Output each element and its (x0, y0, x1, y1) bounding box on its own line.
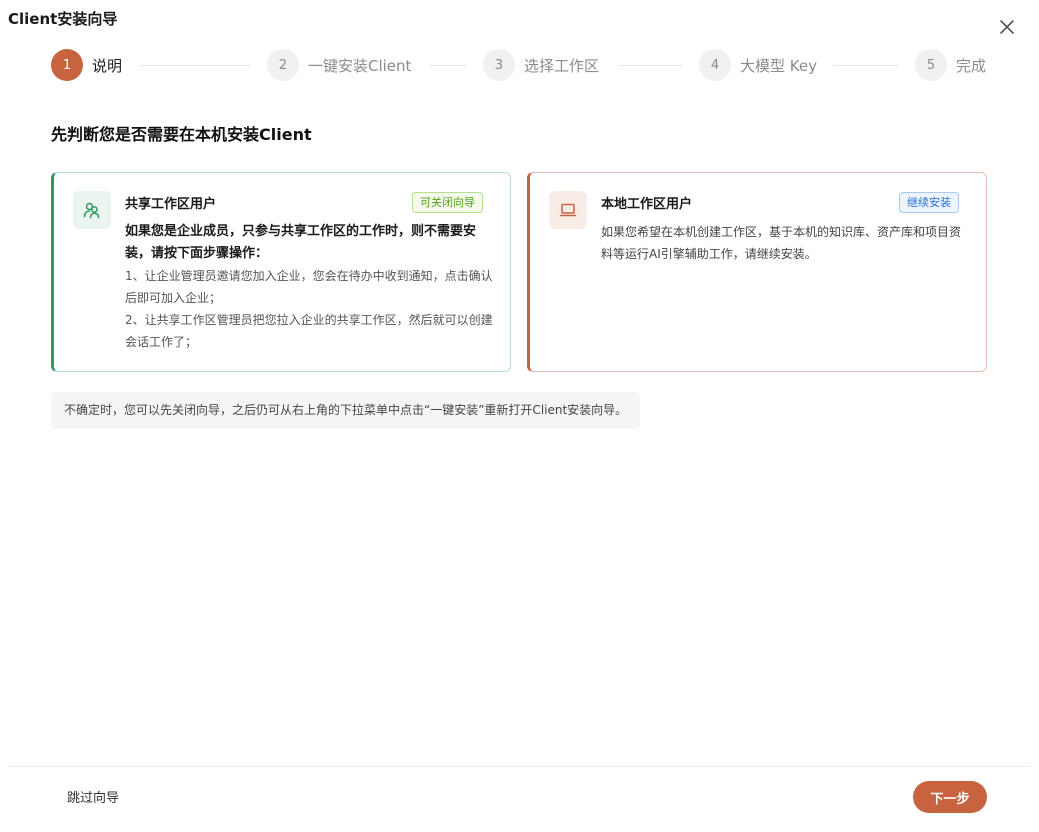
card-lead-text: 如果您是企业成员，只参与共享工作区的工作时，则不需要安装，请按下面步骤操作： (125, 224, 477, 261)
install-wizard-dialog: Client安装向导 1 说明 2 一键安装Client 3 选择工作区 4 大… (0, 0, 1039, 832)
step-label: 一键安装Client (308, 56, 412, 75)
skip-wizard-link[interactable]: 跳过向导 (67, 787, 119, 806)
card-body: 如果您是企业成员，只参与共享工作区的工作时，则不需要安装，请按下面步骤操作： 1… (125, 221, 497, 353)
step-number: 4 (699, 49, 731, 81)
close-icon[interactable] (996, 16, 1018, 38)
step-1: 1 说明 (51, 49, 122, 81)
step-label: 完成 (956, 56, 987, 75)
step-label: 说明 (92, 56, 123, 75)
card-body: 如果您希望在本机创建工作区，基于本机的知识库、资产库和项目资料等运行AI引擎辅助… (601, 225, 962, 261)
card-title: 本地工作区用户 (601, 197, 693, 212)
card-title: 共享工作区用户 (125, 197, 217, 212)
next-button[interactable]: 下一步 (913, 781, 987, 813)
step-number: 2 (267, 49, 299, 81)
step-3: 3 选择工作区 (483, 49, 599, 81)
step-2: 2 一键安装Client (267, 49, 411, 81)
step-number: 3 (483, 49, 515, 81)
step-connector (140, 65, 251, 66)
continue-install-badge[interactable]: 继续安装 (899, 192, 959, 213)
close-wizard-badge[interactable]: 可关闭向导 (412, 192, 483, 213)
laptop-icon (549, 191, 587, 229)
footer-divider (8, 766, 1031, 767)
step-connector (619, 65, 683, 66)
step-number: 1 (51, 49, 83, 81)
step-connector (833, 65, 899, 66)
users-icon (73, 191, 111, 229)
card-step-1: 1、让企业管理员邀请您加入企业，您会在待办中收到通知，点击确认后即可加入企业； (125, 269, 493, 305)
step-number: 5 (915, 49, 947, 81)
step-5: 5 完成 (915, 49, 986, 81)
step-label: 选择工作区 (524, 56, 600, 75)
local-workspace-card[interactable]: 本地工作区用户 继续安装 如果您希望在本机创建工作区，基于本机的知识库、资产库和… (527, 172, 987, 372)
card-step-2: 2、让共享工作区管理员把您拉入企业的共享工作区，然后就可以创建会话工作了； (125, 313, 493, 349)
page-heading: 先判断您是否需要在本机安装Client (51, 125, 312, 144)
step-4: 4 大模型 Key (699, 49, 817, 81)
hint-note: 不确定时，您可以先关闭向导，之后仍可从右上角的下拉菜单中点击“一键安装”重新打开… (51, 392, 641, 429)
step-label: 大模型 Key (740, 56, 817, 75)
shared-workspace-card[interactable]: 共享工作区用户 可关闭向导 如果您是企业成员，只参与共享工作区的工作时，则不需要… (51, 172, 511, 372)
wizard-steps: 1 说明 2 一键安装Client 3 选择工作区 4 大模型 Key 5 完成 (51, 49, 987, 83)
dialog-title: Client安装向导 (8, 10, 118, 28)
step-connector (429, 65, 467, 66)
